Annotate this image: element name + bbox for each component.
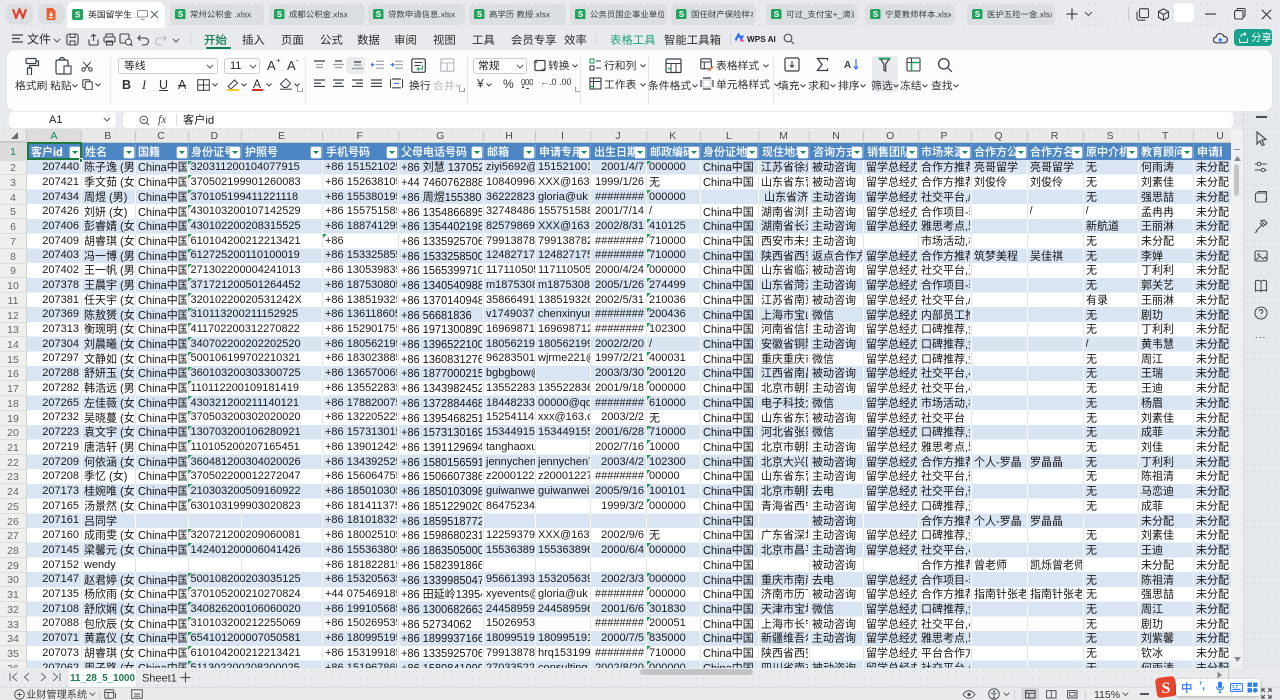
svg-text:S: S xyxy=(178,10,183,19)
svg-text:S: S xyxy=(477,10,482,19)
svg-text:S: S xyxy=(774,10,779,19)
svg-text:S: S xyxy=(679,10,684,19)
svg-text:S: S xyxy=(873,10,878,19)
svg-text:S: S xyxy=(578,10,583,19)
svg-text:A: A xyxy=(844,60,851,71)
svg-text:S: S xyxy=(75,10,81,19)
svg-text:S: S xyxy=(376,10,381,19)
svg-text:S: S xyxy=(1162,680,1171,697)
svg-text:S: S xyxy=(975,10,980,19)
svg-text:S: S xyxy=(277,10,282,19)
